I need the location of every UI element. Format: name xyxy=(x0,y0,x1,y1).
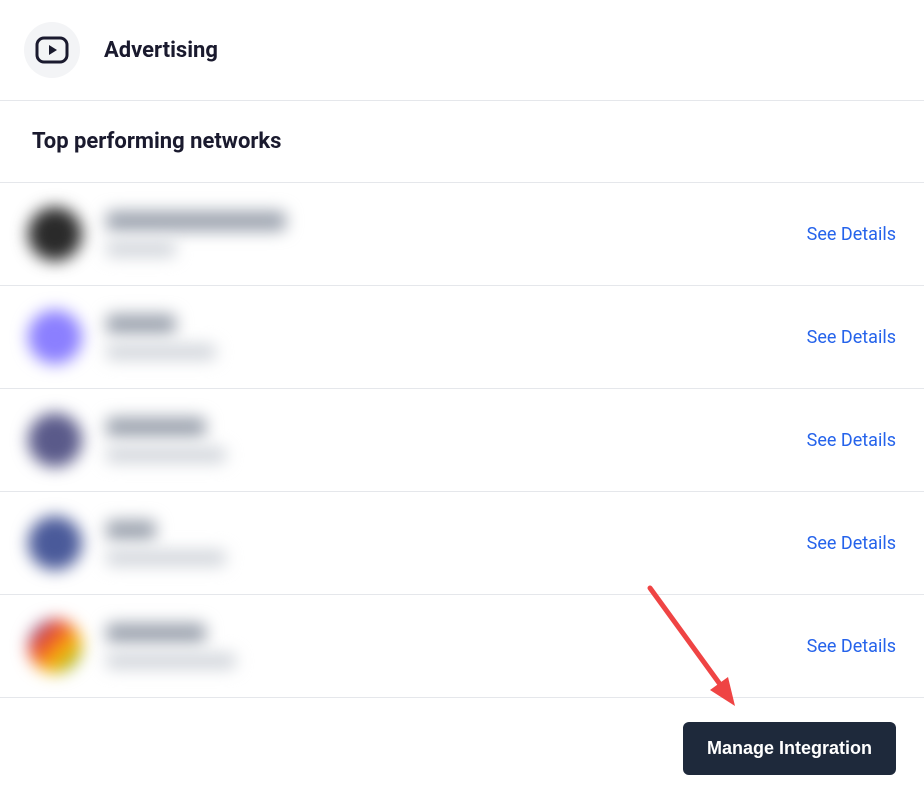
network-name-blurred xyxy=(106,314,176,334)
network-name-blurred xyxy=(106,623,206,643)
network-subtitle-blurred xyxy=(106,447,226,463)
network-row: See Details xyxy=(0,286,924,389)
network-row: See Details xyxy=(0,595,924,698)
network-info xyxy=(106,417,807,463)
network-subtitle-blurred xyxy=(106,653,236,669)
network-icon xyxy=(28,413,82,467)
network-row: See Details xyxy=(0,389,924,492)
network-icon xyxy=(28,516,82,570)
see-details-link[interactable]: See Details xyxy=(807,224,896,245)
see-details-link[interactable]: See Details xyxy=(807,327,896,348)
network-subtitle-blurred xyxy=(106,241,176,257)
network-row: See Details xyxy=(0,492,924,595)
network-name-blurred xyxy=(106,520,156,540)
network-info xyxy=(106,520,807,566)
network-icon xyxy=(28,619,82,673)
network-row: See Details xyxy=(0,182,924,286)
advertising-icon-wrapper xyxy=(24,22,80,78)
network-info xyxy=(106,314,807,360)
network-info xyxy=(106,623,807,669)
network-subtitle-blurred xyxy=(106,550,226,566)
network-icon xyxy=(28,207,82,261)
page-title: Advertising xyxy=(104,38,218,63)
see-details-link[interactable]: See Details xyxy=(807,533,896,554)
section-title: Top performing networks xyxy=(0,101,924,182)
network-name-blurred xyxy=(106,417,206,437)
see-details-link[interactable]: See Details xyxy=(807,430,896,451)
network-name-blurred xyxy=(106,211,286,231)
see-details-link[interactable]: See Details xyxy=(807,636,896,657)
network-subtitle-blurred xyxy=(106,344,216,360)
page-header: Advertising xyxy=(0,0,924,100)
network-list: See Details See Details See Details See … xyxy=(0,182,924,698)
network-icon xyxy=(28,310,82,364)
network-info xyxy=(106,211,807,257)
manage-integration-button[interactable]: Manage Integration xyxy=(683,722,896,775)
advertising-icon xyxy=(35,36,69,64)
footer: Manage Integration xyxy=(0,698,924,799)
